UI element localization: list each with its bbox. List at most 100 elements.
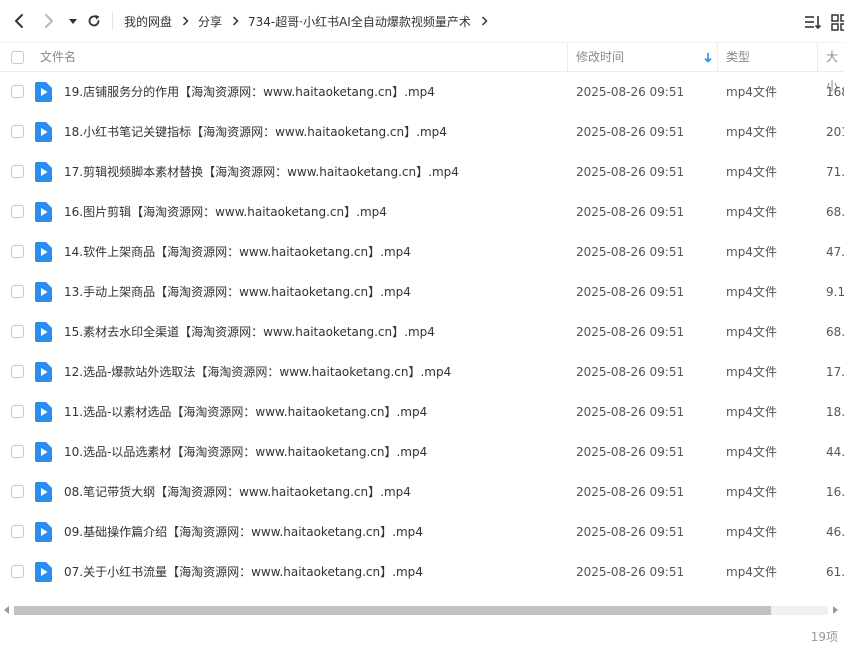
file-size: 47. [826,245,844,259]
back-button[interactable] [8,10,30,32]
file-row[interactable]: 19.店铺服务分的作用【海淘资源网：www.haitaoketang.cn】.m… [0,72,844,112]
file-row[interactable]: 10.选品-以品选素材【海淘资源网：www.haitaoketang.cn】.m… [0,432,844,472]
file-name[interactable]: 10.选品-以品选素材【海淘资源网：www.haitaoketang.cn】.m… [64,432,427,472]
horizontal-scrollbar[interactable] [0,603,844,617]
video-file-icon [35,562,52,582]
file-type: mp4文件 [726,205,777,219]
row-checkbox[interactable] [11,205,24,218]
file-modified-time: 2025-08-26 09:51 [576,565,685,579]
file-row[interactable]: 16.图片剪辑【海淘资源网：www.haitaoketang.cn】.mp4 20… [0,192,844,232]
file-modified-time: 2025-08-26 09:51 [576,525,685,539]
row-checkbox[interactable] [11,325,24,338]
column-divider[interactable] [817,43,818,72]
file-row[interactable]: 07.关于小红书流量【海淘资源网：www.haitaoketang.cn】.mp… [0,552,844,592]
column-header-name[interactable]: 文件名 [40,43,76,72]
video-file-icon [35,82,52,102]
file-name[interactable]: 16.图片剪辑【海淘资源网：www.haitaoketang.cn】.mp4 [64,192,387,232]
file-name[interactable]: 18.小红书笔记关键指标【海淘资源网：www.haitaoketang.cn】.… [64,112,447,152]
refresh-button[interactable] [83,10,105,32]
file-modified-time: 2025-08-26 09:51 [576,485,685,499]
file-type: mp4文件 [726,445,777,459]
file-name[interactable]: 14.软件上架商品【海淘资源网：www.haitaoketang.cn】.mp4 [64,232,411,272]
file-type: mp4文件 [726,405,777,419]
file-type: mp4文件 [726,485,777,499]
row-checkbox[interactable] [11,365,24,378]
file-row[interactable]: 13.手动上架商品【海淘资源网：www.haitaoketang.cn】.mp4… [0,272,844,312]
sort-list-icon [805,16,822,30]
file-name[interactable]: 12.选品-爆款站外选取法【海淘资源网：www.haitaoketang.cn】… [64,352,451,392]
row-checkbox[interactable] [11,565,24,578]
column-header-modified[interactable]: 修改时间 [576,43,624,72]
sort-options-button[interactable] [803,12,823,32]
toolbar-separator [112,12,113,30]
row-checkbox[interactable] [11,405,24,418]
breadcrumb-my-drive[interactable]: 我的网盘 [124,13,172,30]
scroll-track[interactable] [14,606,828,615]
breadcrumb-current-folder[interactable]: 734-超哥·小红书AI全自动爆款视频量产术 [248,13,471,30]
history-dropdown-button[interactable] [62,10,84,32]
grid-view-icon [831,14,844,31]
video-file-icon [35,282,52,302]
row-checkbox[interactable] [11,85,24,98]
file-modified-time: 2025-08-26 09:51 [576,325,685,339]
file-name[interactable]: 09.基础操作篇介绍【海淘资源网：www.haitaoketang.cn】.mp… [64,512,423,552]
file-name[interactable]: 15.素材去水印全渠道【海淘资源网：www.haitaoketang.cn】.m… [64,312,435,352]
file-row[interactable]: 11.选品-以素材选品【海淘资源网：www.haitaoketang.cn】.m… [0,392,844,432]
file-list-header: 文件名 修改时间 类型 大小 [0,42,844,93]
row-checkbox[interactable] [11,165,24,178]
file-row[interactable]: 12.选品-爆款站外选取法【海淘资源网：www.haitaoketang.cn】… [0,352,844,392]
file-name[interactable]: 11.选品-以素材选品【海淘资源网：www.haitaoketang.cn】.m… [64,392,427,432]
file-type: mp4文件 [726,565,777,579]
file-type: mp4文件 [726,365,777,379]
video-file-icon [35,202,52,222]
video-file-icon [35,522,52,542]
file-modified-time: 2025-08-26 09:51 [576,445,685,459]
file-type: mp4文件 [726,325,777,339]
select-all-checkbox[interactable] [11,51,24,64]
column-header-size[interactable]: 大小 [826,43,844,93]
file-size: 71. [826,165,844,179]
file-size: 18. [826,405,844,419]
file-row[interactable]: 09.基础操作篇介绍【海淘资源网：www.haitaoketang.cn】.mp… [0,512,844,552]
file-row[interactable]: 17.剪辑视频脚本素材替换【海淘资源网：www.haitaoketang.cn】… [0,152,844,192]
row-checkbox[interactable] [11,245,24,258]
scroll-left-arrow-icon[interactable] [3,606,11,614]
row-checkbox[interactable] [11,285,24,298]
video-file-icon [35,442,52,462]
scroll-thumb[interactable] [14,606,771,615]
column-divider[interactable] [567,43,568,72]
file-row[interactable]: 18.小红书笔记关键指标【海淘资源网：www.haitaoketang.cn】.… [0,112,844,152]
file-name[interactable]: 07.关于小红书流量【海淘资源网：www.haitaoketang.cn】.mp… [64,552,423,592]
file-row[interactable]: 08.笔记带货大纲【海淘资源网：www.haitaoketang.cn】.mp4… [0,472,844,512]
file-name[interactable]: 19.店铺服务分的作用【海淘资源网：www.haitaoketang.cn】.m… [64,72,435,112]
file-size: 44. [826,445,844,459]
row-checkbox[interactable] [11,525,24,538]
row-checkbox[interactable] [11,125,24,138]
chevron-left-icon [15,14,23,28]
row-checkbox[interactable] [11,445,24,458]
file-modified-time: 2025-08-26 09:51 [576,125,685,139]
chevron-right-icon [45,14,53,28]
file-name[interactable]: 08.笔记带货大纲【海淘资源网：www.haitaoketang.cn】.mp4 [64,472,411,512]
file-size: 201 [826,125,844,139]
video-file-icon [35,122,52,142]
file-type: mp4文件 [726,85,777,99]
breadcrumb-share[interactable]: 分享 [198,13,222,30]
file-row[interactable]: 15.素材去水印全渠道【海淘资源网：www.haitaoketang.cn】.m… [0,312,844,352]
row-checkbox[interactable] [11,485,24,498]
video-file-icon [35,242,52,262]
grid-view-button[interactable] [830,12,844,32]
file-name[interactable]: 17.剪辑视频脚本素材替换【海淘资源网：www.haitaoketang.cn】… [64,152,459,192]
forward-button[interactable] [38,10,60,32]
column-divider[interactable] [717,43,718,72]
video-file-icon [35,402,52,422]
column-header-type[interactable]: 类型 [726,43,750,72]
chevron-right-icon[interactable] [481,16,488,26]
file-type: mp4文件 [726,525,777,539]
toolbar: 我的网盘 分享 734-超哥·小红书AI全自动爆款视频量产术 [0,0,844,42]
scroll-right-arrow-icon[interactable] [831,606,839,614]
file-size: 68. [826,325,844,339]
chevron-right-icon [233,16,239,26]
file-name[interactable]: 13.手动上架商品【海淘资源网：www.haitaoketang.cn】.mp4 [64,272,411,312]
file-row[interactable]: 14.软件上架商品【海淘资源网：www.haitaoketang.cn】.mp4… [0,232,844,272]
